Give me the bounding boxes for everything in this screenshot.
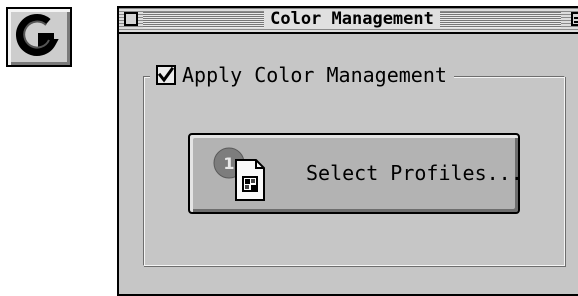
badge-number: 1 xyxy=(223,154,234,173)
checkmark-icon xyxy=(158,67,174,83)
collapse-box-icon[interactable] xyxy=(571,12,578,26)
profile-document-icon: 1 xyxy=(213,147,265,201)
select-profiles-button[interactable]: 1 Select Profiles... xyxy=(188,133,523,214)
c-letter-icon xyxy=(16,14,59,56)
apply-color-management-checkbox[interactable] xyxy=(156,65,176,85)
color-management-app-icon[interactable] xyxy=(6,7,72,67)
window-title: Color Management xyxy=(119,9,578,29)
select-profiles-label: Select Profiles... xyxy=(306,161,523,185)
apply-color-management-checkbox-row[interactable]: Apply Color Management xyxy=(150,61,454,89)
title-bar[interactable]: Color Management xyxy=(119,8,578,34)
color-management-window: Color Management Apply Color Management … xyxy=(117,6,578,296)
apply-color-management-label: Apply Color Management xyxy=(182,63,447,87)
window-title-label: Color Management xyxy=(264,9,440,29)
